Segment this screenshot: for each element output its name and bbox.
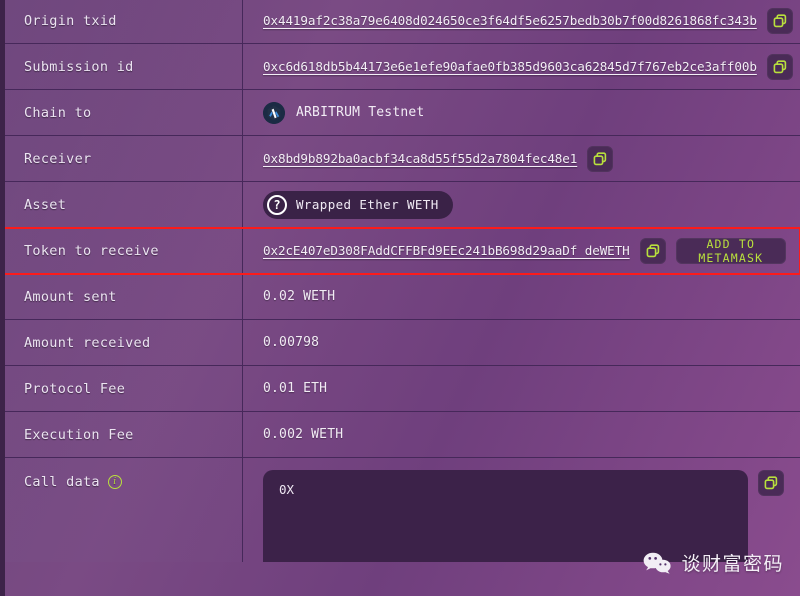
copy-icon[interactable] <box>640 238 666 264</box>
arbitrum-logo-icon <box>263 102 285 124</box>
call-data-textarea[interactable]: 0X <box>263 470 748 562</box>
table-row-call-data: Call data i 0X <box>0 458 800 562</box>
row-label: Amount sent <box>0 274 243 319</box>
transaction-details-panel: Sender 0x8bd9b892ba0acbf34ca8d55f55d2a78… <box>0 0 800 596</box>
table-row-receiver: Receiver 0x8bd9b892ba0acbf34ca8d55f55d2a… <box>0 136 800 182</box>
row-label: Receiver <box>0 136 243 181</box>
row-value: 0.01 ETH <box>243 366 800 411</box>
row-label: Chain to <box>0 90 243 135</box>
row-label: Execution Fee <box>0 412 243 457</box>
row-label: Origin txid <box>0 0 243 43</box>
call-data-label-group: Call data i <box>24 474 122 490</box>
table-row-amount-received: Amount received 0.00798 <box>0 320 800 366</box>
receiver-address-link[interactable]: 0x8bd9b892ba0acbf34ca8d55f55d2a7804fec48… <box>263 151 577 166</box>
table-row-asset: Asset ? Wrapped Ether WETH <box>0 182 800 228</box>
chain-name-label: ARBITRUM Testnet <box>296 105 424 120</box>
table-row-origin-txid: Origin txid 0x4419af2c38a79e6408d024650c… <box>0 0 800 44</box>
submission-id-link[interactable]: 0xc6d618db5b44173e6e1efe90afae0fb385d960… <box>263 59 757 74</box>
row-label-container: Call data i <box>0 458 243 562</box>
copy-icon[interactable] <box>758 470 784 496</box>
copy-icon[interactable] <box>767 8 793 34</box>
table-row-amount-sent: Amount sent 0.02 WETH <box>0 274 800 320</box>
protocol-fee-value: 0.01 ETH <box>263 381 327 396</box>
table-row-submission-id: Submission id 0xc6d618db5b44173e6e1efe90… <box>0 44 800 90</box>
row-value: 0xc6d618db5b44173e6e1efe90afae0fb385d960… <box>243 44 800 89</box>
row-label: Protocol Fee <box>0 366 243 411</box>
details-table: Sender 0x8bd9b892ba0acbf34ca8d55f55d2a78… <box>0 0 800 562</box>
asset-name-label: Wrapped Ether WETH <box>296 197 439 212</box>
info-icon[interactable]: i <box>108 475 122 489</box>
table-row-protocol-fee: Protocol Fee 0.01 ETH <box>0 366 800 412</box>
row-label: Token to receive <box>0 228 243 273</box>
row-label: Submission id <box>0 44 243 89</box>
row-value: 0.002 WETH <box>243 412 800 457</box>
execution-fee-value: 0.002 WETH <box>263 427 343 442</box>
add-to-metamask-button[interactable]: ADD TO METAMASK <box>676 238 786 264</box>
row-value: 0.02 WETH <box>243 274 800 319</box>
row-value: 0.00798 <box>243 320 800 365</box>
token-address-link[interactable]: 0x2cE407eD308FAddCFFBFd9EEc241bB698d29aa… <box>263 243 630 258</box>
row-value: ARBITRUM Testnet <box>243 90 800 135</box>
chain-badge: ARBITRUM Testnet <box>263 102 424 124</box>
origin-txid-link[interactable]: 0x4419af2c38a79e6408d024650ce3f64df5e625… <box>263 13 757 28</box>
row-label: Call data <box>24 474 100 490</box>
asset-badge: ? Wrapped Ether WETH <box>263 191 453 219</box>
question-mark-icon: ? <box>267 195 287 215</box>
table-row-chain-to: Chain to ARBITRUM Testnet <box>0 90 800 136</box>
row-value: ? Wrapped Ether WETH <box>243 182 800 227</box>
amount-sent-value: 0.02 WETH <box>263 289 335 304</box>
row-label: Asset <box>0 182 243 227</box>
table-row-execution-fee: Execution Fee 0.002 WETH <box>0 412 800 458</box>
copy-icon[interactable] <box>767 54 793 80</box>
amount-received-value: 0.00798 <box>263 335 319 350</box>
row-value: 0x2cE407eD308FAddCFFBFd9EEc241bB698d29aa… <box>243 228 800 273</box>
table-row-token-to-receive: Token to receive 0x2cE407eD308FAddCFFBFd… <box>0 228 800 274</box>
row-value: 0x8bd9b892ba0acbf34ca8d55f55d2a7804fec48… <box>243 136 800 181</box>
row-value: 0x4419af2c38a79e6408d024650ce3f64df5e625… <box>243 0 800 43</box>
copy-icon[interactable] <box>587 146 613 172</box>
row-label: Amount received <box>0 320 243 365</box>
row-value: 0X <box>243 458 800 562</box>
